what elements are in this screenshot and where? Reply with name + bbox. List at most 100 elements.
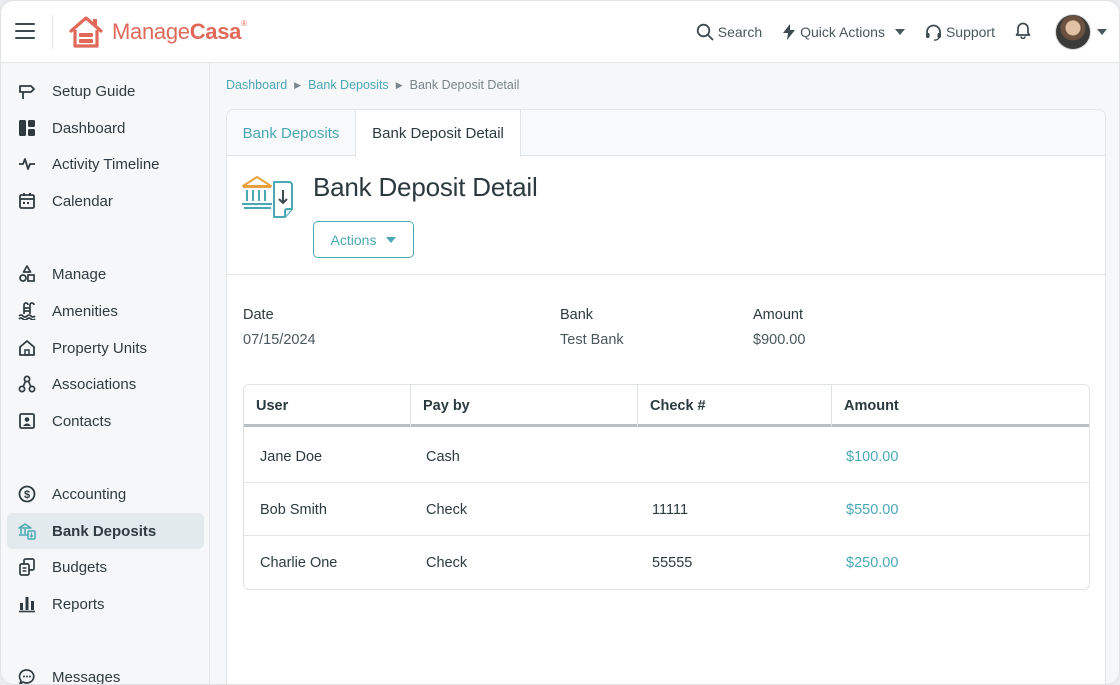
table-row: Jane Doe Cash $100.00 xyxy=(244,430,1089,483)
sidebar-item-label: Budgets xyxy=(52,558,108,576)
user-avatar[interactable] xyxy=(1055,14,1091,50)
brand-logo[interactable]: ManageCasa® xyxy=(68,15,247,49)
pulse-icon xyxy=(18,155,36,173)
app-window: ManageCasa® Search Quick Actions Support xyxy=(0,0,1120,685)
sidebar-item-manage[interactable]: Manage xyxy=(7,256,204,292)
sidebar-item-label: Messages xyxy=(52,668,121,685)
sidebar-item-label: Reports xyxy=(52,595,105,613)
sidebar-item-amenities[interactable]: Amenities xyxy=(7,293,204,329)
column-header-amount[interactable]: Amount xyxy=(831,385,1089,427)
dashboard-icon xyxy=(18,119,36,137)
sidebar-item-setup-guide[interactable]: Setup Guide xyxy=(7,73,204,109)
cell-pay-by: Check xyxy=(426,554,468,571)
cell-user: Bob Smith xyxy=(260,501,327,518)
house-icon xyxy=(18,339,36,357)
cell-amount-link[interactable]: $550.00 xyxy=(830,483,898,536)
search-icon xyxy=(696,23,714,41)
search-button[interactable]: Search xyxy=(696,23,762,41)
sidebar-item-accounting[interactable]: $ Accounting xyxy=(7,476,204,512)
notifications-button[interactable] xyxy=(1015,21,1031,44)
contact-card-icon xyxy=(18,412,36,430)
breadcrumb-bank-deposits[interactable]: Bank Deposits xyxy=(308,78,389,92)
sidebar-item-calendar[interactable]: Calendar xyxy=(7,183,204,219)
tab-bank-deposits[interactable]: Bank Deposits xyxy=(227,110,355,156)
cell-amount-link[interactable]: $100.00 xyxy=(830,430,898,483)
bell-icon xyxy=(1015,22,1031,39)
lightning-icon xyxy=(783,24,796,40)
amount-label: Amount xyxy=(753,307,803,323)
sidebar-item-label: Property Units xyxy=(52,339,148,357)
dollar-circle-icon: $ xyxy=(18,485,36,503)
bank-label: Bank xyxy=(560,307,594,323)
cell-pay-by: Cash xyxy=(426,448,460,465)
chevron-down-icon xyxy=(894,29,905,35)
quick-actions-button[interactable]: Quick Actions xyxy=(782,24,905,40)
date-value: 07/15/2024 xyxy=(243,332,316,348)
sidebar-item-label: Dashboard xyxy=(52,119,126,137)
section-divider xyxy=(227,274,1105,275)
table-row: Bob Smith Check 11111 $550.00 xyxy=(244,483,1089,536)
network-icon xyxy=(18,375,36,393)
deposit-items-table: User Pay by Check # Amount Jane Doe Cash… xyxy=(243,384,1090,590)
account-menu-chevron-icon[interactable] xyxy=(1097,29,1107,35)
sidebar-item-reports[interactable]: Reports xyxy=(7,586,204,622)
cell-user: Jane Doe xyxy=(260,448,323,465)
shapes-icon xyxy=(18,265,36,283)
sidebar-item-label: Amenities xyxy=(52,302,118,320)
quick-actions-label: Quick Actions xyxy=(800,24,885,40)
column-header-user[interactable]: User xyxy=(244,385,410,427)
top-bar: ManageCasa® Search Quick Actions Support xyxy=(1,1,1119,63)
chat-icon xyxy=(18,668,36,684)
chevron-right-icon: ▶ xyxy=(395,79,403,90)
sidebar-item-label: Manage xyxy=(52,265,107,283)
budget-icon xyxy=(18,558,36,576)
hamburger-menu-icon[interactable] xyxy=(15,23,35,41)
column-header-check[interactable]: Check # xyxy=(637,385,831,427)
bank-deposit-illustration-icon xyxy=(241,173,295,226)
breadcrumb-current: Bank Deposit Detail xyxy=(409,78,520,92)
calendar-icon xyxy=(18,192,36,210)
bar-chart-icon xyxy=(18,595,36,613)
sidebar-item-label: Bank Deposits xyxy=(52,522,157,540)
actions-dropdown-button[interactable]: Actions xyxy=(313,221,414,258)
cell-user: Charlie One xyxy=(260,554,338,571)
date-label: Date xyxy=(243,307,274,323)
cell-amount-link[interactable]: $250.00 xyxy=(830,536,898,589)
cell-check: 11111 xyxy=(652,501,689,518)
chevron-down-icon xyxy=(386,236,397,243)
sidebar-item-bank-deposits[interactable]: Bank Deposits xyxy=(7,513,204,549)
column-header-pay-by[interactable]: Pay by xyxy=(410,385,637,427)
sidebar-item-messages[interactable]: Messages xyxy=(7,659,204,685)
sidebar-item-budgets[interactable]: Budgets xyxy=(7,549,204,585)
table-header: User Pay by Check # Amount xyxy=(244,385,1089,427)
sidebar-item-label: Contacts xyxy=(52,412,112,430)
support-button[interactable]: Support xyxy=(925,24,995,41)
sidebar: Setup Guide Dashboard Activity Timeline … xyxy=(1,63,210,685)
house-logo-icon xyxy=(69,16,103,48)
brand-name: ManageCasa® xyxy=(112,19,247,44)
chevron-right-icon: ▶ xyxy=(294,79,302,90)
sidebar-item-associations[interactable]: Associations xyxy=(7,366,204,402)
topbar-divider xyxy=(52,15,53,49)
sidebar-item-label: Calendar xyxy=(52,192,113,210)
actions-label: Actions xyxy=(330,231,377,248)
sidebar-item-label: Associations xyxy=(52,375,137,393)
cell-pay-by: Check xyxy=(426,501,468,518)
pool-icon xyxy=(18,302,36,320)
sidebar-item-label: Activity Timeline xyxy=(52,155,160,173)
page-title: Bank Deposit Detail xyxy=(313,172,538,202)
bank-deposit-icon xyxy=(18,522,36,540)
search-label: Search xyxy=(717,24,763,40)
signpost-icon xyxy=(18,82,36,100)
cell-check xyxy=(636,430,652,483)
tab-bar: Bank Deposits Bank Deposit Detail xyxy=(227,110,1105,157)
breadcrumb-dashboard[interactable]: Dashboard xyxy=(226,78,287,92)
sidebar-item-label: Accounting xyxy=(52,485,127,503)
sidebar-item-label: Setup Guide xyxy=(52,82,136,100)
sidebar-item-dashboard[interactable]: Dashboard xyxy=(7,110,204,146)
sidebar-item-activity-timeline[interactable]: Activity Timeline xyxy=(7,146,204,182)
sidebar-item-contacts[interactable]: Contacts xyxy=(7,403,204,439)
svg-text:$: $ xyxy=(24,489,30,501)
tab-bank-deposit-detail[interactable]: Bank Deposit Detail xyxy=(355,110,521,157)
sidebar-item-property-units[interactable]: Property Units xyxy=(7,330,204,366)
